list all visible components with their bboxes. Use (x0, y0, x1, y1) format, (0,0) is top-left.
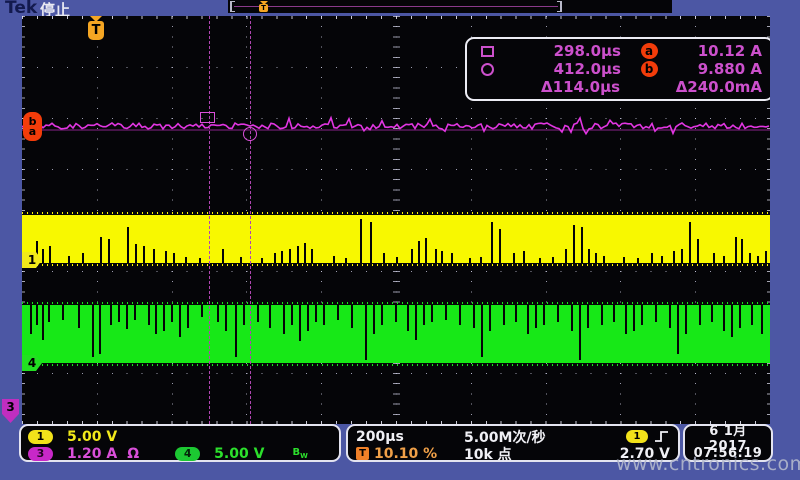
cursor1-time: 298.0μs (515, 42, 621, 60)
time-cursor-1[interactable] (209, 16, 210, 424)
amplitude-cursor-ba-badge[interactable]: b a (23, 112, 42, 141)
cursor-b-value: 9.880 A (677, 60, 762, 78)
cursor-delta-time: Δ114.0μs (515, 78, 620, 96)
cursor-row-2: 412.0μs b 9.880 A (481, 60, 762, 78)
ch1-badge: 1 (28, 430, 53, 444)
ch3-scale: 1.20 A (67, 446, 117, 462)
time-cursor-2[interactable] (250, 16, 251, 424)
square-cursor-icon (481, 46, 494, 57)
trigger-position-icon: T (356, 447, 369, 460)
ch4-scale: 5.00 V (214, 446, 264, 462)
horizontal-row-1: 200μs 5.00M次/秒 1 (356, 428, 670, 445)
ch1-readout-row: 1 5.00 V (28, 428, 333, 445)
trigger-t-icon: T (259, 4, 268, 12)
ch4-badge: 4 (175, 447, 200, 461)
ch3-badge: 3 (28, 447, 53, 461)
cursor-a-label: a (29, 127, 36, 137)
cursor-square-marker[interactable] (200, 112, 215, 123)
record-view-bracket-left (230, 1, 235, 12)
record-length-readout: 10k 点 (464, 444, 574, 464)
ch4-bandwidth-indicator: BW (292, 447, 307, 460)
timebase-readout: 200μs (356, 429, 464, 445)
record-trigger-marker-icon[interactable]: T (258, 1, 269, 12)
record-view-strip: T (228, 0, 672, 13)
cursor-delta-value: Δ240.0mA (676, 78, 762, 96)
record-view-bar[interactable]: T (230, 1, 562, 12)
record-view-line (234, 6, 558, 7)
trigger-position-readout: 10.10 % (374, 446, 437, 462)
ch3-coupling-ohm: Ω (127, 446, 139, 462)
circle-cursor-icon (481, 63, 494, 76)
cursor-row-delta: Δ114.0μs Δ240.0mA (481, 78, 762, 96)
cursor-circle-marker[interactable] (243, 127, 257, 141)
trigger-position-marker[interactable]: T (88, 16, 105, 46)
rising-edge-slope-icon (654, 429, 670, 444)
cursor-a-value: 10.12 A (677, 42, 762, 60)
waveform-display: b a 1 4 T 298.0μs a 10.12 A 412.0μs b 9.… (22, 16, 770, 424)
title-bar: Tek 停止 T (0, 0, 800, 15)
watermark: www.cntronics.com (616, 453, 800, 475)
trigger-t-icon: T (88, 21, 104, 40)
ch3-position-tag[interactable]: 3 (2, 399, 19, 423)
cursor-readout-box: 298.0μs a 10.12 A 412.0μs b 9.880 A Δ114… (465, 37, 770, 101)
ch1-scale: 5.00 V (67, 429, 117, 445)
ch3-ch4-readout-row: 3 1.20 A Ω 4 5.00 V BW (28, 445, 333, 462)
cursor-a-badge: a (641, 43, 658, 59)
vertical-readout-panel: 1 5.00 V 3 1.20 A Ω 4 5.00 V BW (19, 424, 341, 462)
cursor-b-badge: b (641, 61, 658, 77)
record-view-bracket-right (557, 1, 562, 12)
trigger-source-badge: 1 (626, 430, 648, 443)
cursor2-time: 412.0μs (515, 60, 621, 78)
cursor-row-1: 298.0μs a 10.12 A (481, 42, 762, 60)
